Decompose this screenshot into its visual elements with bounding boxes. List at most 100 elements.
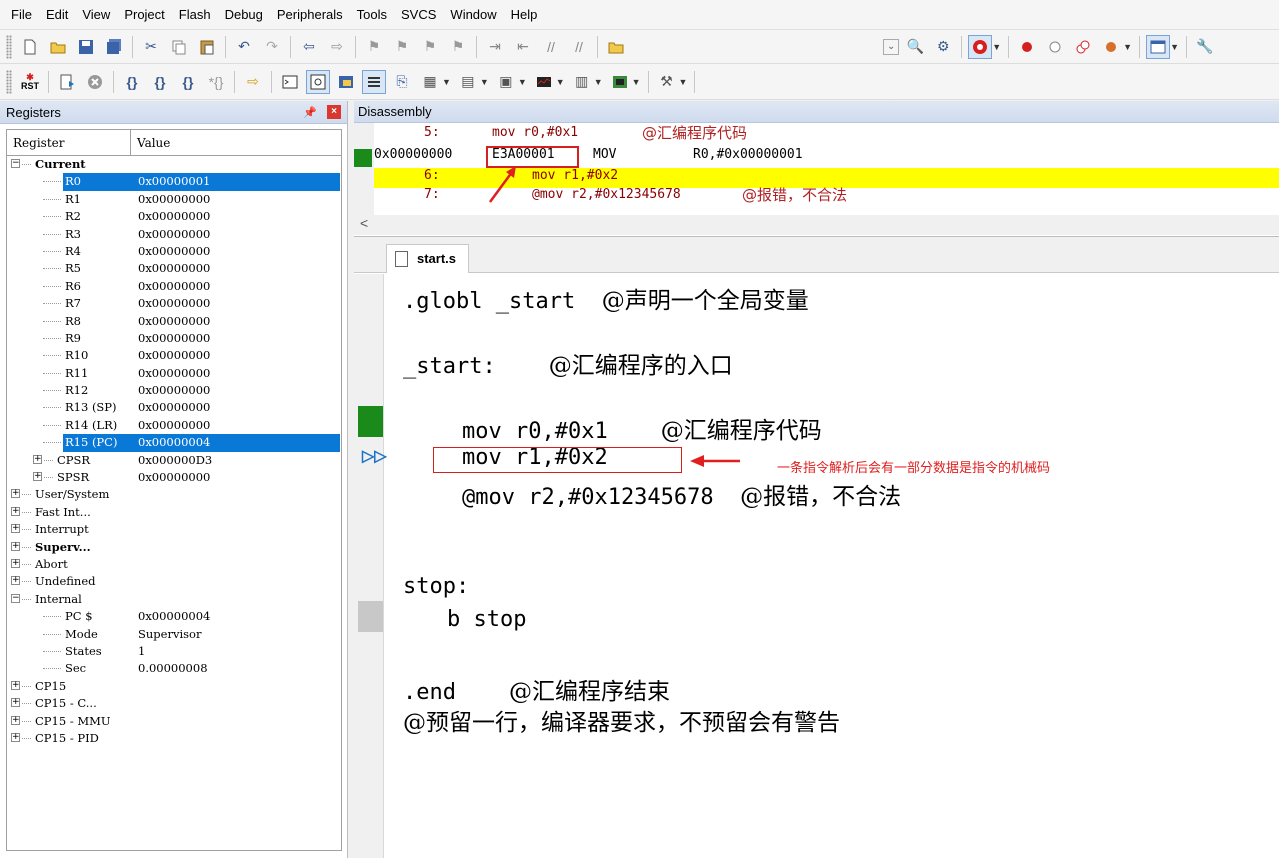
menu-edit[interactable]: Edit [39,7,75,22]
code-line-reserved-comment[interactable]: @预留一行，编译器要求，不预留会有警告 [403,703,840,737]
chevron-down-icon[interactable]: ▼ [556,77,565,87]
call-stack-icon[interactable]: ⎘ [390,70,414,94]
code-line-globl[interactable]: .globl _start @声明一个全局变量 [403,281,809,315]
horizontal-scrollbar[interactable]: < [354,215,1279,235]
expand-icon[interactable]: + [11,680,20,690]
expand-icon[interactable]: + [11,732,20,742]
tab-start-s[interactable]: start.s [386,244,470,273]
code-line-stop-label[interactable]: stop: [403,574,469,599]
register-row[interactable]: + Interrupt [7,521,341,538]
register-row[interactable]: R1 0x00000000 [7,191,341,208]
register-row[interactable]: R11 0x00000000 [7,365,341,382]
toolbox-icon[interactable]: ⚒ [655,70,679,94]
register-value[interactable]: 0x00000000 [138,296,210,310]
register-value[interactable]: 0x00000000 [138,366,210,380]
chevron-down-icon[interactable]: ▼ [1123,42,1132,52]
registers-window-icon[interactable] [362,69,386,94]
register-row[interactable]: Mode Supervisor [7,626,341,643]
run-icon[interactable] [55,70,79,94]
register-value[interactable]: 0x00000001 [138,174,210,188]
debug-session-icon[interactable] [968,34,993,59]
code-line-mov-r2[interactable]: @mov r2,#0x12345678 @报错，不合法 [462,477,901,511]
register-row[interactable]: R10 0x00000000 [7,347,341,364]
menu-file[interactable]: File [4,7,39,22]
register-value[interactable]: 0x000000D3 [138,453,212,467]
pin-icon[interactable]: 📌 [303,106,317,119]
nav-forward-icon[interactable]: ⇨ [325,35,349,59]
chevron-down-icon[interactable]: ▼ [679,77,688,87]
symbols-window-icon[interactable] [334,70,358,94]
register-value[interactable]: 0x00000000 [138,279,210,293]
register-row[interactable]: R9 0x00000000 [7,330,341,347]
register-row[interactable]: R13 (SP) 0x00000000 [7,399,341,416]
register-row[interactable]: + CP15 - PID [7,730,341,747]
register-value[interactable]: 0x00000004 [138,435,210,449]
register-row[interactable]: + Undefined [7,573,341,590]
register-row[interactable]: R3 0x00000000 [7,226,341,243]
bookmark-icon[interactable]: ⚑ [362,35,386,59]
nav-back-icon[interactable]: ⇦ [297,35,321,59]
save-icon[interactable] [74,35,98,59]
register-row[interactable]: − Current [7,156,341,173]
run-to-cursor-icon[interactable]: *{} [204,70,228,94]
register-row[interactable]: R5 0x00000000 [7,260,341,277]
register-row[interactable]: R6 0x00000000 [7,278,341,295]
register-row[interactable]: + Abort [7,556,341,573]
command-window-icon[interactable] [278,70,302,94]
register-value[interactable]: 0x00000000 [138,244,210,258]
uncomment-icon[interactable]: // [567,35,591,59]
register-value[interactable]: 0x00000000 [138,383,210,397]
scroll-left-icon[interactable]: < [360,215,368,231]
editor-gutter[interactable] [354,274,384,858]
breakpoint-icon[interactable] [1015,35,1039,59]
step-into-icon[interactable]: {} [120,70,144,94]
register-row[interactable]: + User/System [7,486,341,503]
breakpoint-kill-all-icon[interactable] [1099,35,1123,59]
register-row[interactable]: R4 0x00000000 [7,243,341,260]
expand-icon[interactable]: + [11,698,20,708]
column-header-value[interactable]: Value [131,130,341,155]
register-row[interactable]: + Superv... [7,539,341,556]
analysis-window-icon[interactable] [532,70,556,94]
menu-help[interactable]: Help [504,7,545,22]
menu-project[interactable]: Project [117,7,171,22]
cut-icon[interactable]: ✂ [139,35,163,59]
disassembly-window-icon[interactable] [306,69,330,94]
memory-window-icon[interactable]: ▤ [456,70,480,94]
register-value[interactable]: 0x00000000 [138,348,210,362]
disasm-line-source-5[interactable]: 5: mov r0,#0x1 @汇编程序代码 [374,124,1279,145]
register-row[interactable]: + CP15 - MMU [7,713,341,730]
expand-icon[interactable]: + [11,524,20,534]
serial-window-icon[interactable]: ▣ [494,70,518,94]
configure-icon[interactable]: 🔧 [1193,35,1217,59]
code-line-end[interactable]: .end @汇编程序结束 [403,672,670,706]
menu-flash[interactable]: Flash [172,7,218,22]
chevron-down-icon[interactable]: ▼ [1170,42,1179,52]
register-value[interactable]: Supervisor [138,627,201,641]
toolbar-grip[interactable] [6,69,12,94]
find-icon[interactable]: 🔍 [903,35,927,59]
trace-window-icon[interactable]: ▥ [570,70,594,94]
toolbar-grip[interactable] [6,34,12,59]
code-line-mov-r0[interactable]: mov r0,#0x1 @汇编程序代码 [462,411,822,445]
expand-icon[interactable]: + [11,576,20,586]
register-value[interactable]: 0x00000000 [138,470,210,484]
register-row[interactable]: − Internal [7,591,341,608]
chevron-down-icon[interactable]: ▼ [632,77,641,87]
paste-icon[interactable] [195,35,219,59]
register-value[interactable]: 0x00000004 [138,609,210,623]
new-file-icon[interactable] [18,35,42,59]
step-over-icon[interactable]: {} [148,70,172,94]
breakpoint-disable-all-icon[interactable] [1071,35,1095,59]
breakpoint-disable-icon[interactable] [1043,35,1067,59]
register-row[interactable]: R14 (LR) 0x00000000 [7,417,341,434]
register-row[interactable]: R2 0x00000000 [7,208,341,225]
bookmark-next-icon[interactable]: ⚑ [418,35,442,59]
register-value[interactable]: 0x00000000 [138,314,210,328]
chevron-down-icon[interactable]: ▼ [518,77,527,87]
menu-debug[interactable]: Debug [218,7,270,22]
register-row[interactable]: R8 0x00000000 [7,313,341,330]
bookmark-prev-icon[interactable]: ⚑ [390,35,414,59]
register-value[interactable]: 0x00000000 [138,209,210,223]
redo-icon[interactable]: ↷ [260,35,284,59]
